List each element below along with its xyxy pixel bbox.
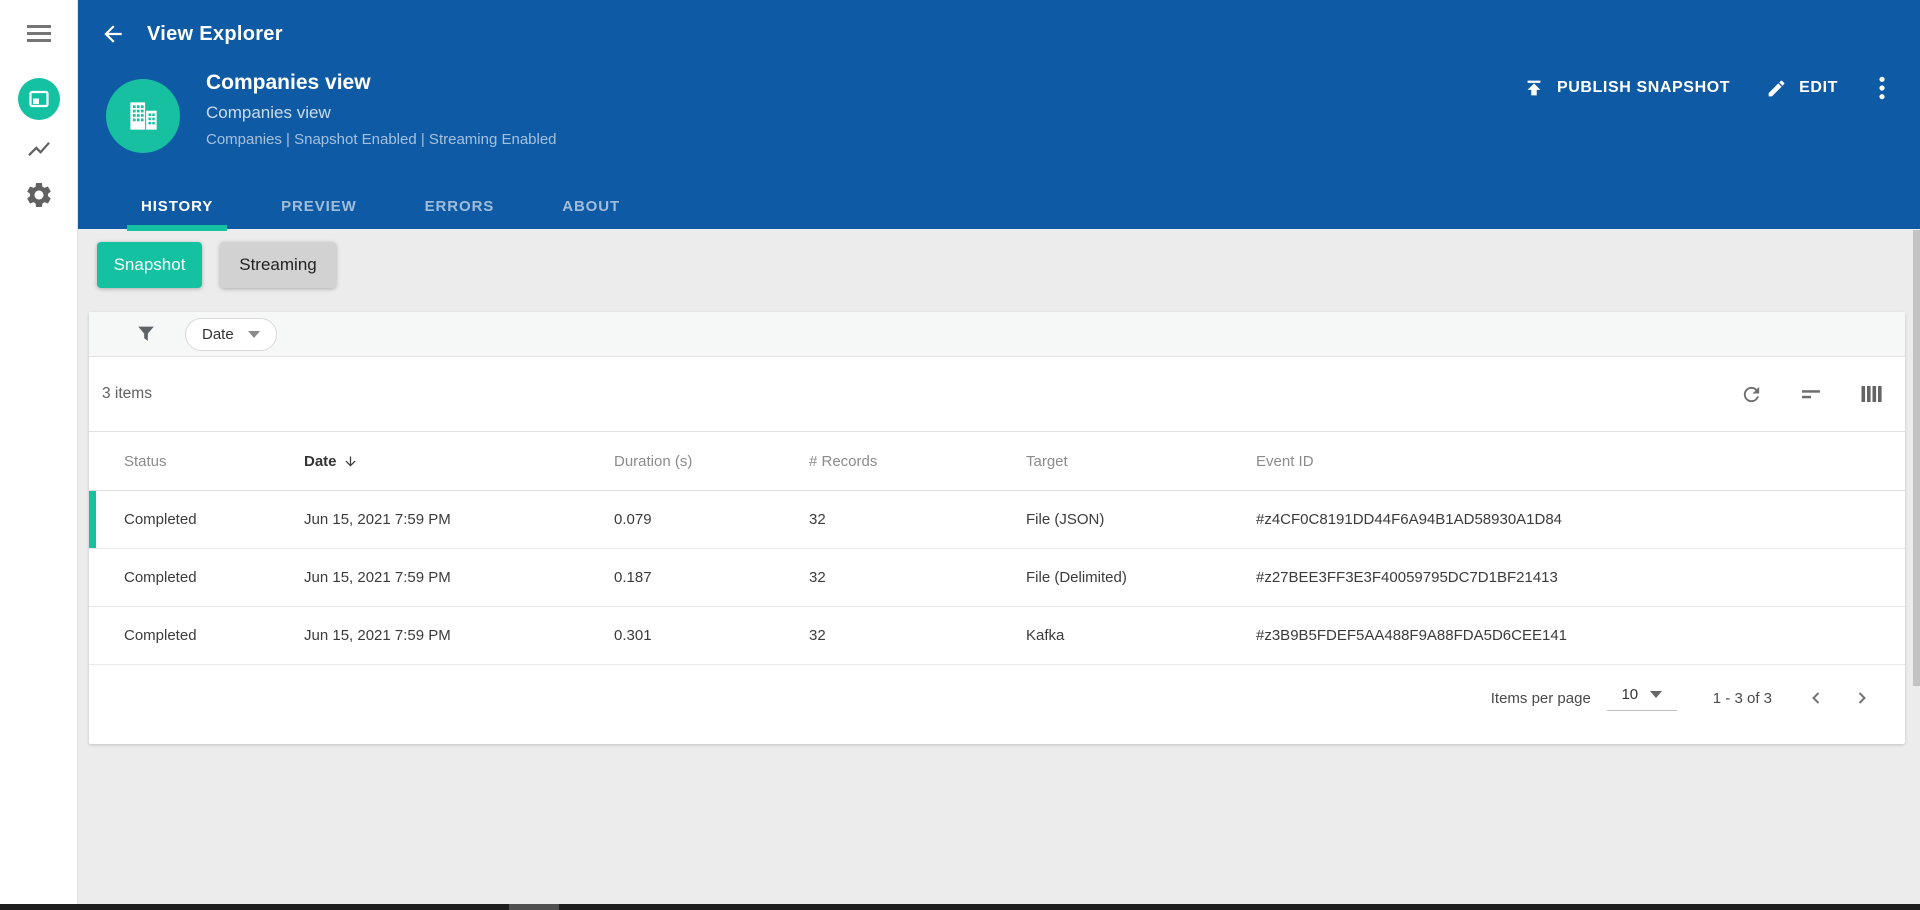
arrow-left-icon — [104, 25, 122, 43]
tab-about[interactable]: ABOUT — [548, 184, 634, 229]
publish-snapshot-button[interactable]: PUBLISH SNAPSHOT — [1523, 77, 1730, 99]
workspace-icon — [18, 78, 60, 120]
edit-button[interactable]: EDIT — [1766, 78, 1838, 99]
tab-history[interactable]: HISTORY — [127, 184, 228, 231]
cell-eventid: #z4CF0C8191DD44F6A94B1AD58930A1D84 — [1256, 511, 1563, 528]
column-header-date[interactable]: Date — [304, 453, 614, 470]
page-title: View Explorer — [147, 23, 283, 45]
edit-label: EDIT — [1799, 79, 1838, 96]
sidebar — [0, 0, 78, 910]
cell-duration: 0.079 — [614, 511, 652, 528]
filter-bar: Date — [89, 312, 1905, 357]
more-options-button[interactable] — [1874, 75, 1890, 101]
entity-name: Companies view — [206, 71, 371, 94]
scrollbar-segment — [509, 904, 559, 910]
sidebar-item-charts[interactable] — [0, 136, 78, 162]
filter-funnel-icon[interactable] — [135, 323, 157, 345]
column-header-eventid[interactable]: Event ID — [1256, 453, 1905, 470]
line-chart-icon — [28, 141, 50, 157]
page-size-value: 10 — [1621, 686, 1639, 703]
pencil-icon — [1768, 80, 1785, 96]
column-header-target[interactable]: Target — [1026, 453, 1256, 470]
building-icon — [130, 102, 157, 130]
tab-errors[interactable]: ERRORS — [411, 184, 509, 229]
upload-icon — [1527, 80, 1541, 96]
cell-date: Jun 15, 2021 7:59 PM — [304, 569, 451, 586]
table-row[interactable]: Completed Jun 15, 2021 7:59 PM 0.187 32 … — [89, 549, 1905, 607]
column-header-status[interactable]: Status — [124, 453, 304, 470]
cell-target: File (JSON) — [1026, 511, 1105, 528]
kebab-icon — [1879, 76, 1885, 100]
app-header: View Explorer Companies view Companies v… — [78, 0, 1920, 231]
previous-page-button[interactable] — [1798, 680, 1834, 716]
columns-icon — [1861, 386, 1882, 402]
cell-status: Completed — [124, 569, 197, 586]
back-button[interactable] — [100, 20, 128, 48]
page-size-select[interactable]: 10 — [1606, 685, 1677, 711]
avatar — [106, 79, 180, 153]
table-header-row: Status Date Duration (s) # Records Targe… — [89, 431, 1905, 491]
chevron-left-icon — [1812, 692, 1820, 704]
refresh-icon — [1743, 386, 1760, 402]
snapshot-mode-button[interactable]: Snapshot — [97, 242, 202, 288]
column-header-duration[interactable]: Duration (s) — [614, 453, 809, 470]
date-filter-label: Date — [202, 325, 234, 343]
cell-duration: 0.187 — [614, 569, 652, 586]
refresh-button[interactable] — [1740, 383, 1763, 406]
chevron-down-icon — [247, 330, 260, 338]
cell-records: 32 — [809, 511, 826, 528]
history-card: Date 3 items Status Date Duration (s) # … — [89, 312, 1905, 744]
tab-bar: HISTORY PREVIEW ERRORS ABOUT — [127, 184, 674, 231]
table-row[interactable]: Completed Jun 15, 2021 7:59 PM 0.301 32 … — [89, 607, 1905, 665]
header-actions: PUBLISH SNAPSHOT EDIT — [1523, 75, 1890, 101]
sidebar-item-settings[interactable] — [0, 180, 78, 210]
items-per-page-label: Items per page — [1490, 689, 1591, 707]
date-filter-chip[interactable]: Date — [185, 317, 277, 351]
streaming-mode-button[interactable]: Streaming — [220, 242, 336, 288]
cell-status: Completed — [124, 627, 197, 644]
menu-icon[interactable] — [27, 25, 51, 43]
pagination-range: 1 - 3 of 3 — [1712, 689, 1772, 707]
cell-target: Kafka — [1026, 627, 1065, 644]
horizontal-scrollbar[interactable] — [0, 904, 1920, 910]
cell-target: File (Delimited) — [1026, 569, 1127, 586]
sidebar-item-views[interactable] — [0, 78, 78, 120]
cell-eventid: #z3B9B5FDEF5AA488F9A88FDA5D6CEE141 — [1256, 627, 1568, 644]
entity-header: Companies view Companies view Companies … — [206, 71, 557, 148]
vertical-scrollbar[interactable] — [1913, 230, 1920, 686]
cell-records: 32 — [809, 627, 826, 644]
columns-button[interactable] — [1859, 382, 1883, 406]
chevron-down-icon — [1650, 691, 1663, 698]
sort-arrow-down-icon — [345, 456, 356, 466]
table-row[interactable]: Completed Jun 15, 2021 7:59 PM 0.079 32 … — [89, 491, 1905, 549]
cell-date: Jun 15, 2021 7:59 PM — [304, 627, 451, 644]
cell-eventid: #z27BEE3FF3E3F40059795DC7D1BF21413 — [1256, 569, 1558, 586]
table-toolbar: 3 items — [89, 357, 1905, 431]
page-icon — [29, 90, 49, 108]
sort-icon — [1802, 390, 1820, 399]
pagination-bar: Items per page 10 1 - 3 of 3 — [89, 665, 1905, 731]
view-explorer-screen: View Explorer Companies view Companies v… — [0, 0, 1920, 910]
items-count: 3 items — [102, 385, 152, 402]
entity-meta: Companies | Snapshot Enabled | Streaming… — [206, 131, 557, 148]
cell-status: Completed — [124, 511, 197, 528]
next-page-button[interactable] — [1844, 680, 1880, 716]
sort-button[interactable] — [1799, 382, 1823, 406]
row-selected-indicator — [89, 491, 96, 548]
cell-records: 32 — [809, 569, 826, 586]
gear-icon — [27, 183, 51, 207]
publish-snapshot-label: PUBLISH SNAPSHOT — [1556, 79, 1731, 96]
cell-duration: 0.301 — [614, 627, 652, 644]
cell-date: Jun 15, 2021 7:59 PM — [304, 511, 451, 528]
entity-subtitle: Companies view — [206, 103, 331, 122]
tab-preview[interactable]: PREVIEW — [267, 184, 370, 229]
column-header-records[interactable]: # Records — [809, 453, 1026, 470]
chevron-right-icon — [1858, 692, 1866, 704]
